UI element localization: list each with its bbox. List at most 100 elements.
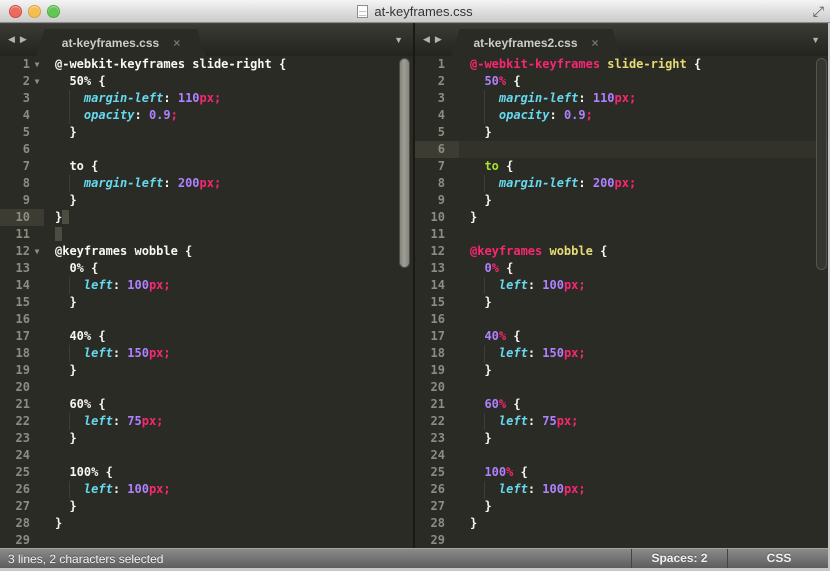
selection-status: 3 lines, 2 characters selected: [8, 551, 164, 566]
code-line: 26 left: 100px;: [0, 481, 413, 498]
code-lines: 1 @-webkit-keyframes slide-right {2 50% {…: [415, 56, 830, 548]
line-number: 14: [430, 278, 445, 292]
code-token: 150: [127, 346, 149, 360]
tab-list-chevron-icon[interactable]: ▼: [811, 35, 820, 45]
line-number: 16: [15, 312, 30, 326]
code-token: margin-left: [83, 91, 164, 105]
code-token: {: [513, 465, 528, 479]
code-line: 2 ▼ 50% {: [0, 73, 413, 90]
code-token: }: [470, 516, 478, 530]
code-token: 150: [542, 346, 564, 360]
scrollbar-thumb-right-pane[interactable]: [816, 58, 827, 270]
code-token: }: [55, 363, 77, 377]
gutter-cell: 15: [415, 294, 459, 311]
code-lines: 1 ▼ @-webkit-keyframes slide-right {2 ▼ 50%…: [0, 56, 413, 548]
window-title: at-keyframes.css: [374, 3, 473, 19]
gutter-cell: 10: [0, 209, 44, 226]
code-token: 200: [592, 176, 615, 190]
code-token: :: [527, 414, 543, 428]
line-number: 12: [15, 244, 30, 258]
tab-list-chevron-icon[interactable]: ▼: [394, 35, 403, 45]
code-token: :: [527, 278, 543, 292]
gutter-cell: 17: [0, 328, 44, 345]
code-token: px;: [141, 414, 164, 428]
tab-forward-icon[interactable]: ▶: [20, 34, 27, 44]
code-line: 6: [415, 141, 830, 158]
code-editor-right[interactable]: 1 @-webkit-keyframes slide-right {2 50% {…: [415, 56, 830, 548]
gutter-cell: 6: [0, 141, 44, 158]
gutter-cell: 29: [0, 532, 44, 548]
code-line: 8 margin-left: 200px;: [415, 175, 830, 192]
scrollbar-thumb-left-pane[interactable]: [399, 58, 410, 268]
code-editor-left[interactable]: 1 ▼ @-webkit-keyframes slide-right {2 ▼ 50%…: [0, 56, 413, 548]
code-text: }: [44, 209, 70, 226]
titlebar[interactable]: at-keyframes.css ⤢: [0, 0, 830, 23]
tab-at-keyframes2-css[interactable]: at-keyframes2.css ×: [451, 29, 621, 56]
tab-back-icon[interactable]: ◀: [423, 34, 430, 44]
code-text: opacity: 0.9;: [459, 107, 593, 124]
code-line: 17 40% {: [415, 328, 830, 345]
code-token: left: [83, 278, 113, 292]
code-text: }: [44, 430, 76, 447]
gutter-cell: 23: [0, 430, 44, 447]
code-line: 24: [0, 447, 413, 464]
gutter-cell: 10: [415, 209, 459, 226]
indentation-setting[interactable]: Spaces: 2: [631, 549, 727, 568]
syntax-setting[interactable]: CSS: [727, 549, 830, 568]
tab-forward-icon[interactable]: ▶: [435, 34, 442, 44]
code-token: :: [112, 346, 128, 360]
line-number: 25: [430, 465, 445, 479]
code-token: px;: [614, 176, 637, 190]
code-line: 26 left: 100px;: [415, 481, 830, 498]
selection-block: [55, 227, 63, 241]
code-text: margin-left: 110px;: [44, 90, 222, 107]
line-number: 2: [437, 74, 445, 88]
line-number: 15: [15, 295, 30, 309]
line-number: 24: [430, 448, 445, 462]
code-text: 40% {: [459, 328, 520, 345]
line-number: 21: [430, 397, 445, 411]
code-token: :: [578, 91, 593, 105]
document-icon: [357, 4, 369, 18]
fold-arrow-icon[interactable]: ▼: [30, 56, 44, 73]
code-token: %: [491, 261, 499, 275]
line-number: 22: [15, 414, 30, 428]
code-token: @keyframes wobble {: [55, 244, 193, 258]
code-token: @-webkit-keyframes: [470, 57, 601, 71]
line-number: 23: [15, 431, 30, 445]
code-text: [44, 226, 63, 243]
gutter-cell: 29: [415, 532, 459, 548]
fold-arrow-icon[interactable]: ▼: [30, 243, 44, 260]
tab-back-icon[interactable]: ◀: [8, 34, 15, 44]
code-line: 17 40% {: [0, 328, 413, 345]
code-token: :: [112, 414, 128, 428]
gutter-cell: 6: [415, 141, 459, 158]
tab-nav-right: ◀ ▶: [423, 34, 447, 45]
line-number: 21: [15, 397, 30, 411]
code-line: 25 100% {: [415, 464, 830, 481]
code-line: 13 0% {: [0, 260, 413, 277]
fold-arrow-icon[interactable]: ▼: [30, 73, 44, 90]
gutter-cell: 9: [0, 192, 44, 209]
code-token: ;: [585, 108, 593, 122]
close-tab-icon[interactable]: ×: [173, 36, 180, 50]
code-text: 50% {: [459, 73, 520, 90]
close-tab-icon[interactable]: ×: [592, 36, 599, 50]
fullscreen-icon[interactable]: ⤢: [813, 2, 824, 21]
code-line: 15 }: [0, 294, 413, 311]
line-number: 8: [437, 176, 445, 190]
code-text: opacity: 0.9;: [44, 107, 178, 124]
line-number: 20: [15, 380, 30, 394]
code-line: 10}: [0, 209, 413, 226]
code-line: 5 }: [415, 124, 830, 141]
code-line: 8 margin-left: 200px;: [0, 175, 413, 192]
tab-at-keyframes-css[interactable]: at-keyframes.css ×: [36, 29, 206, 56]
